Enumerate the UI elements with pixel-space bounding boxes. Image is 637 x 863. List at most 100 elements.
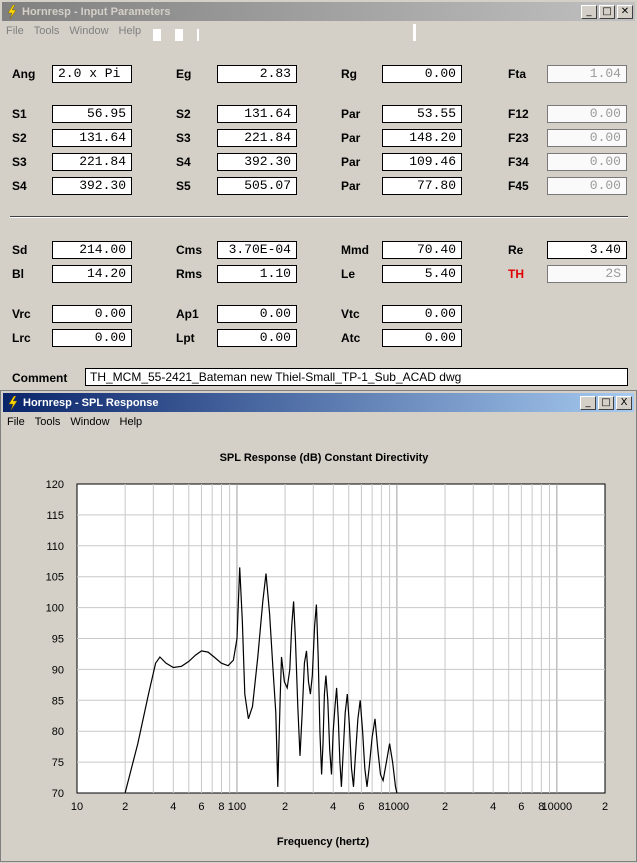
menu-tools[interactable]: Tools [35,416,61,428]
param-field-par[interactable]: 53.55 [382,105,462,123]
param-label-fta: Fta [508,67,526,81]
maximize-button[interactable]: □ [598,395,614,410]
param-field-rms[interactable]: 1.10 [217,265,297,283]
x-tick-label: 4 [330,801,336,813]
menu-help[interactable]: Help [120,416,143,428]
param-field-re[interactable]: 3.40 [547,241,627,259]
menu-window[interactable]: Window [69,25,108,37]
spl-window-titlebar[interactable]: Hornresp - SPL Response _ □ X [3,393,634,412]
param-field-s4[interactable]: 392.30 [217,153,297,171]
param-label-s1: S1 [12,107,27,121]
param-field-f34[interactable]: 0.00 [547,153,627,171]
param-label-rms: Rms [176,267,203,281]
param-label-f12: F12 [508,107,529,121]
menubar-artifact [153,29,161,41]
param-field-mmd[interactable]: 70.40 [382,241,462,259]
param-label-lpt: Lpt [176,331,195,345]
x-tick-label: 4 [490,801,496,813]
x-tick-label: 8 [378,801,384,813]
param-field-s3[interactable]: 221.84 [52,153,132,171]
param-field-ap1[interactable]: 0.00 [217,305,297,323]
param-label-s5: S5 [176,179,191,193]
minimize-button[interactable]: _ [581,4,597,19]
x-tick-label: 2 [602,801,608,813]
param-field-s2[interactable]: 131.64 [52,129,132,147]
y-tick-label: 100 [46,603,64,615]
param-label-f34: F34 [508,155,529,169]
param-label-sd: Sd [12,243,28,257]
x-tick-label: 8 [218,801,224,813]
x-axis-label: Frequency (hertz) [277,836,370,848]
close-button[interactable]: ✕ [617,4,633,19]
param-label-eg: Eg [176,67,192,81]
param-field-eg[interactable]: 2.83 [217,65,297,83]
param-label-atc: Atc [341,331,361,345]
param-label-le: Le [341,267,356,281]
maximize-button[interactable]: □ [599,4,615,19]
param-field-vrc[interactable]: 0.00 [52,305,132,323]
param-label-re: Re [508,243,524,257]
param-field-par[interactable]: 109.46 [382,153,462,171]
menubar-artifact [175,29,183,41]
x-tick-label: 1000 [385,801,409,813]
param-label-mmd: Mmd [341,243,369,257]
param-label-vrc: Vrc [12,307,31,321]
param-field-s2[interactable]: 131.64 [217,105,297,123]
param-field-s5[interactable]: 505.07 [217,177,297,195]
y-tick-label: 80 [52,726,64,738]
menu-tools[interactable]: Tools [34,25,60,37]
param-label-s2: S2 [12,131,27,145]
param-field-th[interactable]: 2S [547,265,627,283]
param-label-s4: S4 [176,155,191,169]
param-field-par[interactable]: 148.20 [382,129,462,147]
param-field-rg[interactable]: 0.00 [382,65,462,83]
param-field-atc[interactable]: 0.00 [382,329,462,347]
section-divider [10,216,628,218]
y-tick-label: 110 [46,541,64,553]
chart-title: SPL Response (dB) Constant Directivity [220,452,430,464]
x-tick-label: 2 [122,801,128,813]
spl-response-window: Hornresp - SPL Response _ □ X File Tools… [0,390,637,862]
param-field-bl[interactable]: 14.20 [52,265,132,283]
minimize-button[interactable]: _ [580,395,596,410]
y-tick-label: 120 [46,479,64,491]
comment-field[interactable]: TH_MCM_55-2421_Bateman new Thiel-Small_T… [85,368,628,386]
param-label-lrc: Lrc [12,331,31,345]
param-label-ang: Ang [12,67,36,81]
param-field-le[interactable]: 5.40 [382,265,462,283]
param-field-s4[interactable]: 392.30 [52,177,132,195]
param-field-lpt[interactable]: 0.00 [217,329,297,347]
param-field-ang[interactable]: 2.0 x Pi [52,65,132,83]
param-field-s1[interactable]: 56.95 [52,105,132,123]
param-label-cms: Cms [176,243,203,257]
param-field-lrc[interactable]: 0.00 [52,329,132,347]
input-window-titlebar[interactable]: Hornresp - Input Parameters _ □ ✕ [2,2,635,21]
param-field-f23[interactable]: 0.00 [547,129,627,147]
param-label-par: Par [341,107,361,121]
x-tick-label: 6 [358,801,364,813]
param-field-s3[interactable]: 221.84 [217,129,297,147]
param-label-s3: S3 [12,155,27,169]
param-field-par[interactable]: 77.80 [382,177,462,195]
close-button[interactable]: X [616,395,632,410]
menu-window[interactable]: Window [70,416,109,428]
menu-file[interactable]: File [7,416,25,428]
y-tick-label: 115 [46,510,64,522]
param-field-f45[interactable]: 0.00 [547,177,627,195]
param-field-vtc[interactable]: 0.00 [382,305,462,323]
x-tick-label: 100 [228,801,246,813]
menu-help[interactable]: Help [119,25,142,37]
menu-file[interactable]: File [6,25,24,37]
param-field-fta[interactable]: 1.04 [547,65,627,83]
input-window-title: Hornresp - Input Parameters [22,5,171,18]
x-tick-label: 6 [198,801,204,813]
param-field-sd[interactable]: 214.00 [52,241,132,259]
y-tick-label: 70 [52,788,64,800]
param-field-f12[interactable]: 0.00 [547,105,627,123]
param-field-cms[interactable]: 3.70E-04 [217,241,297,259]
x-tick-label: 10000 [542,801,573,813]
param-label-f23: F23 [508,131,529,145]
input-parameters-window: Hornresp - Input Parameters _ □ ✕ File T… [0,0,637,390]
spl-window-menubar: File Tools Window Help [7,413,152,431]
param-label-s3: S3 [176,131,191,145]
